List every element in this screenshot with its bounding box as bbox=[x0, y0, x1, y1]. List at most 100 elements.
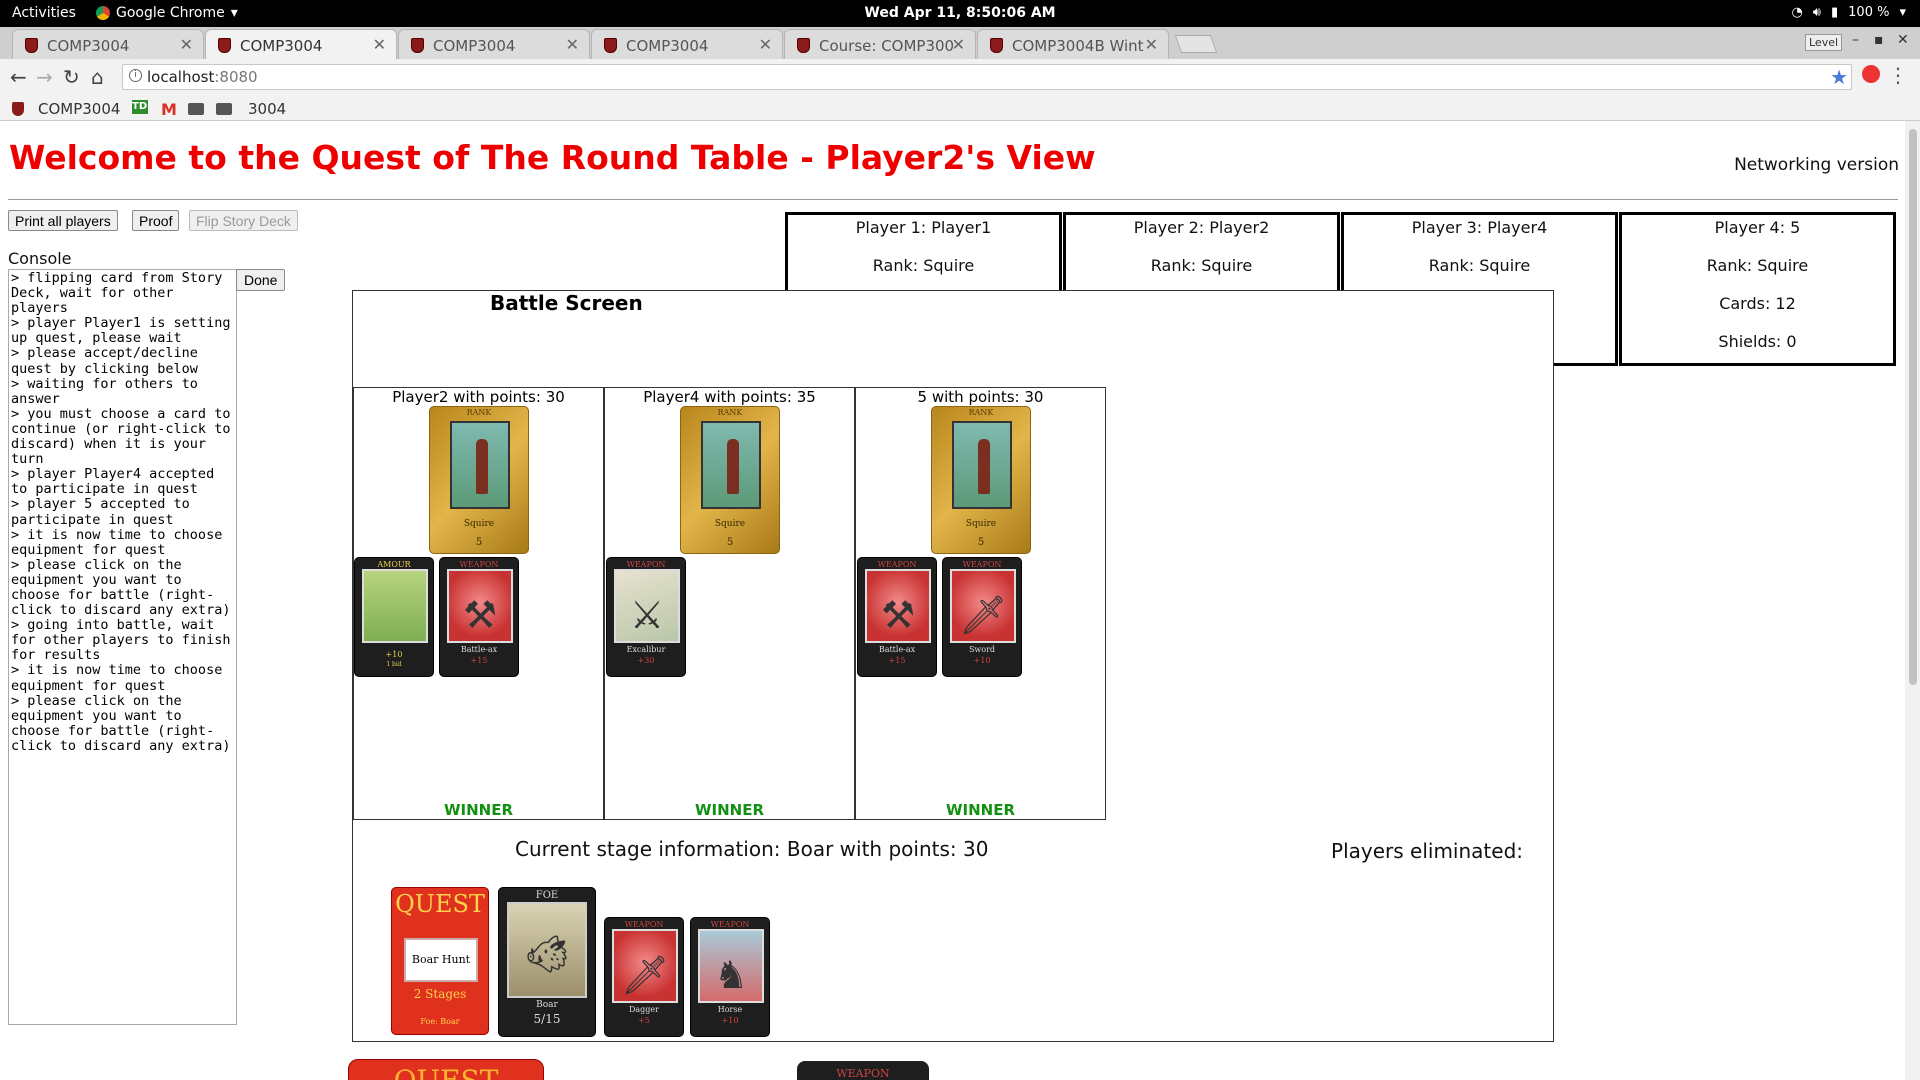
card-points: 5/15 bbox=[533, 1012, 561, 1026]
player-name: Player 2: Player2 bbox=[1133, 218, 1270, 237]
weapon-card[interactable]: WEAPON ♞ Horse +10 bbox=[690, 917, 770, 1037]
address-bar[interactable]: i localhost:8080 bbox=[122, 64, 1852, 90]
tab-2[interactable]: COMP3004 ✕ bbox=[205, 29, 397, 59]
home-icon[interactable]: ⌂ bbox=[91, 65, 104, 89]
page-title: Welcome to the Quest of The Round Table … bbox=[9, 138, 1096, 177]
weapon-card-partial[interactable]: WEAPON bbox=[797, 1061, 929, 1080]
weapon-card[interactable]: WEAPON 🗡︎ Dagger +5 bbox=[604, 917, 684, 1037]
info-icon[interactable]: i bbox=[129, 69, 142, 82]
amour-art bbox=[362, 569, 428, 643]
console-textarea[interactable]: > flipping card from Story Deck, wait fo… bbox=[8, 269, 237, 1025]
rank-card[interactable]: RANK Squire 5 bbox=[680, 406, 780, 554]
tab-5[interactable]: Course: COMP300 ✕ bbox=[784, 29, 976, 59]
participant-column: Player4 with points: 35 RANK Squire 5 WE… bbox=[604, 387, 855, 820]
quest-card-partial[interactable]: QUEST bbox=[348, 1059, 544, 1080]
bookmark-3004[interactable]: 3004 bbox=[216, 100, 286, 118]
card-header: QUEST bbox=[349, 1064, 543, 1080]
close-icon[interactable]: ✕ bbox=[759, 35, 772, 54]
forward-icon[interactable]: → bbox=[36, 65, 53, 89]
player-cards: Cards: 12 bbox=[1719, 294, 1796, 313]
card-header: FOE bbox=[535, 890, 559, 901]
minimize-icon[interactable]: – bbox=[1852, 32, 1859, 48]
excalibur-art: ⚔ bbox=[614, 569, 680, 643]
battle-ax-art: ⚒ bbox=[447, 569, 513, 643]
close-icon[interactable]: ✕ bbox=[373, 35, 386, 54]
card-header: WEAPON bbox=[459, 560, 499, 569]
done-button[interactable]: Done bbox=[236, 269, 286, 291]
tab-title: Course: COMP300 bbox=[819, 37, 955, 55]
card-value: +30 bbox=[637, 656, 655, 665]
page-scrollbar[interactable] bbox=[1905, 121, 1920, 1080]
shield-icon bbox=[797, 38, 810, 53]
weapon-card[interactable]: WEAPON 🗡︎ Sword +10 bbox=[942, 557, 1022, 677]
participant-label: Player2 with points: 30 bbox=[392, 388, 565, 406]
quest-card[interactable]: QUEST Boar Hunt 2 Stages Foe: Boar bbox=[391, 887, 489, 1035]
print-all-players-button[interactable]: Print all players bbox=[8, 210, 118, 231]
close-window-icon[interactable]: ✕ bbox=[1897, 32, 1909, 48]
bookmark-comp3004[interactable]: COMP3004 bbox=[12, 100, 120, 118]
card-value: +15 bbox=[888, 656, 906, 665]
flip-story-deck-button[interactable]: Flip Story Deck bbox=[189, 210, 298, 231]
volume-icon: 🔊︎ bbox=[1812, 5, 1821, 20]
card-header: RANK bbox=[466, 408, 492, 417]
chevron-down-icon: ▾ bbox=[1899, 5, 1906, 20]
participant-label: Player4 with points: 35 bbox=[643, 388, 816, 406]
tab-6[interactable]: COMP3004B Wint ✕ bbox=[977, 29, 1169, 59]
rank-card[interactable]: RANK Squire 5 bbox=[429, 406, 529, 554]
menu-icon[interactable]: ⋮ bbox=[1888, 63, 1908, 87]
system-tray[interactable]: ◔ 🔊︎ ▮ 100 % ▾ bbox=[1791, 5, 1906, 20]
card-name: Battle-ax bbox=[878, 645, 916, 654]
reload-icon[interactable]: ↻ bbox=[63, 65, 80, 89]
card-value: +15 bbox=[470, 656, 488, 665]
weapon-card[interactable]: WEAPON ⚔ Excalibur +30 bbox=[606, 557, 686, 677]
close-icon[interactable]: ✕ bbox=[180, 35, 193, 54]
back-icon[interactable]: ← bbox=[10, 65, 27, 89]
weapon-card[interactable]: WEAPON ⚒ Battle-ax +15 bbox=[439, 557, 519, 677]
shield-icon bbox=[411, 38, 424, 53]
player-box-2: Player 2: Player2 Rank: Squire bbox=[1063, 212, 1340, 294]
maximize-icon[interactable]: ▪ bbox=[1874, 32, 1884, 48]
bookmarks-bar: COMP3004 TD M 3004 bbox=[0, 97, 1920, 121]
sword-icon: ⚔ bbox=[629, 593, 665, 637]
participant-column: 5 with points: 30 RANK Squire 5 WEAPON ⚒… bbox=[855, 387, 1106, 820]
url-host: localhost bbox=[147, 68, 215, 86]
browser-toolbar: ← → ↻ ⌂ i localhost:8080 ★ ⋮ bbox=[0, 59, 1920, 97]
proof-button[interactable]: Proof bbox=[132, 210, 180, 231]
dagger-icon: 🗡︎ bbox=[620, 953, 670, 997]
system-top-bar: Activities Google Chrome ▾ Wed Apr 11, 8… bbox=[0, 0, 1920, 27]
close-icon[interactable]: ✕ bbox=[566, 35, 579, 54]
participant-label: 5 with points: 30 bbox=[917, 388, 1044, 406]
close-icon[interactable]: ✕ bbox=[1145, 35, 1158, 54]
close-icon[interactable]: ✕ bbox=[952, 35, 965, 54]
card-name: Squire bbox=[965, 519, 997, 529]
tab-title: COMP3004 bbox=[626, 37, 709, 55]
scrollbar-thumb[interactable] bbox=[1909, 129, 1917, 685]
extension-icon[interactable] bbox=[1862, 65, 1880, 83]
player-rank: Rank: Squire bbox=[872, 256, 975, 275]
foe-card[interactable]: FOE 🐗︎ Boar 5/15 bbox=[498, 887, 596, 1037]
boar-icon: 🐗︎ bbox=[522, 932, 572, 976]
quest-name: Boar Hunt bbox=[404, 938, 478, 982]
tab-1[interactable]: COMP3004 ✕ bbox=[12, 29, 204, 59]
shield-icon bbox=[218, 38, 231, 53]
card-header: RANK bbox=[968, 408, 994, 417]
clock[interactable]: Wed Apr 11, 8:50:06 AM bbox=[0, 5, 1920, 21]
new-tab-button[interactable] bbox=[1174, 35, 1218, 53]
tab-3[interactable]: COMP3004 ✕ bbox=[398, 29, 590, 59]
rank-card[interactable]: RANK Squire 5 bbox=[931, 406, 1031, 554]
shield-icon bbox=[12, 102, 24, 116]
shield-icon bbox=[25, 38, 38, 53]
boar-art: 🐗︎ bbox=[507, 902, 587, 998]
tab-4[interactable]: COMP3004 ✕ bbox=[591, 29, 783, 59]
gmail-icon[interactable]: M bbox=[161, 100, 177, 119]
bookmark-label: COMP3004 bbox=[38, 100, 121, 118]
weapon-card[interactable]: WEAPON ⚒ Battle-ax +15 bbox=[857, 557, 937, 677]
card-name: Battle-ax bbox=[460, 645, 498, 654]
amour-card[interactable]: AMOUR +10 1 bid bbox=[354, 557, 434, 677]
player-rank: Rank: Squire bbox=[1428, 256, 1531, 275]
quest-foe: Foe: Boar bbox=[420, 1017, 460, 1026]
td-bank-icon[interactable]: TD bbox=[132, 100, 148, 114]
card-header: WEAPON bbox=[962, 560, 1002, 569]
bookmark-star-icon[interactable]: ★ bbox=[1830, 65, 1848, 89]
folder-icon[interactable] bbox=[188, 103, 204, 115]
